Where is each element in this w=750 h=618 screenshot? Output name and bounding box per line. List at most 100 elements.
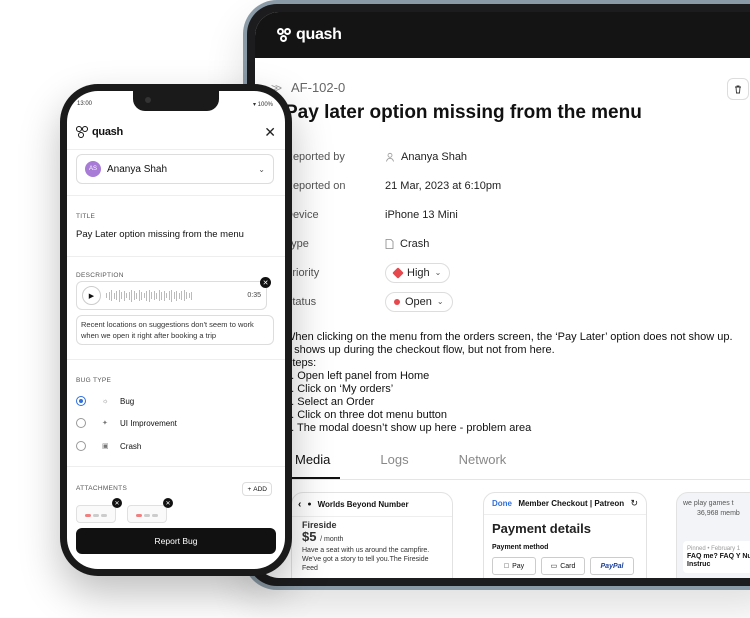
report-header: quash ✕ [76, 122, 276, 142]
audio-duration: 0:35 [247, 292, 261, 299]
screenshot-text: we play games t [683, 500, 734, 507]
meta-status: Status Open ⌄ [285, 287, 705, 316]
media-screenshot[interactable]: Done Member Checkout | Patreon ↻ Payment… [483, 492, 647, 578]
option-label: Bug [120, 396, 135, 406]
priority-dropdown[interactable]: High ⌄ [385, 262, 451, 283]
close-icon: ✕ [114, 500, 120, 507]
quash-logo-icon [277, 27, 292, 43]
title-input[interactable]: Pay Later option missing from the menu [76, 229, 244, 240]
report-bug-button[interactable]: Report Bug [76, 528, 276, 554]
radio-selected[interactable] [76, 396, 86, 406]
card-option: ▭ Card [541, 557, 585, 575]
media-gallery: ‹ ● Worlds Beyond Number Fireside $5 / m… [291, 492, 750, 578]
meta-reported-by: Reported by Ananya Shah [285, 142, 705, 171]
delete-button[interactable] [727, 78, 749, 100]
price-amount: $5 [302, 529, 317, 544]
status-bar-right: ▾ 100% [253, 101, 273, 108]
screenshot-body: Fireside $5 / month Have a seat with us … [292, 517, 452, 577]
screenshot-header: ‹ ● Worlds Beyond Number [292, 493, 452, 517]
play-icon: ▶ [88, 292, 95, 300]
voice-note: ▶ 0:35 [76, 281, 267, 310]
divider [67, 359, 285, 360]
document-icon [385, 238, 394, 249]
divider [67, 195, 285, 196]
tab-logs[interactable]: Logs [370, 452, 418, 479]
description-input[interactable]: Recent locations on suggestions don't se… [76, 315, 274, 345]
paypal-option: PayPal [590, 557, 634, 575]
app-topbar: quash [255, 12, 750, 58]
phone-notch [133, 91, 219, 111]
remove-attachment-button[interactable]: ✕ [112, 498, 122, 508]
play-button[interactable]: ▶ [82, 286, 101, 305]
brand-name: quash [92, 126, 123, 138]
meta-value: Crash [385, 238, 429, 250]
payment-options: Pay ▭Card PayPal [492, 557, 638, 575]
tier-name: Fireside [302, 520, 337, 530]
description-label: DESCRIPTION [76, 272, 124, 279]
screenshot-title: Worlds Beyond Number [317, 500, 409, 509]
breadcrumb: >> AF-102-0 [271, 80, 345, 95]
tab-media[interactable]: Media [285, 452, 341, 479]
waveform[interactable] [106, 289, 242, 302]
detail-tabs: Media Logs Network [285, 452, 750, 480]
add-label: ADD [253, 485, 267, 493]
chevron-down-icon: ⌄ [258, 164, 265, 174]
bug-icon: ☼ [102, 397, 109, 405]
bug-type-option-crash[interactable]: ▣ Crash [76, 439, 141, 453]
done-link: Done [492, 499, 512, 508]
chevron-left-icon: ‹ [298, 499, 302, 510]
screenshot-body: Payment details Payment method Pay ▭Car… [484, 515, 646, 578]
close-icon: ✕ [262, 279, 269, 287]
screenshot-text: 36,968 memb [697, 510, 740, 517]
phone-device: 13:00 ▾ 100% quash ✕ AS Ananya Shah ⌄ TI… [57, 81, 295, 579]
phone-screen: 13:00 ▾ 100% quash ✕ AS Ananya Shah ⌄ TI… [67, 91, 285, 569]
screenshot-body: we play games t 36,968 memb Pinned • Feb… [677, 493, 750, 578]
pinned-label: Pinned • February 1 [687, 546, 741, 552]
apple-pay-option: Pay [492, 557, 536, 575]
refresh-icon: ↻ [630, 498, 638, 508]
status-value: Open [405, 295, 432, 308]
remove-attachment-button[interactable]: ✕ [163, 498, 173, 508]
user-icon [386, 152, 394, 162]
tier-text: Have a seat with us around the campfire.… [302, 547, 430, 572]
patreon-icon: ● [307, 501, 312, 508]
meta-label: Reported on [285, 179, 346, 192]
issue-id: AF-102-0 [291, 80, 346, 95]
status-bar-time: 13:00 [77, 101, 93, 107]
document-icon: ▣ [102, 443, 109, 450]
magic-wand-icon: ✦ [102, 420, 108, 427]
option-label: UI Improvement [120, 418, 177, 428]
radio-unselected[interactable] [76, 418, 86, 428]
tablet-bezel: quash >> AF-102-0 E Pay later option mi [247, 4, 750, 586]
payment-method-label: Payment method [492, 544, 549, 551]
quash-logo[interactable]: quash [277, 26, 342, 44]
reporter-select[interactable]: AS Ananya Shah ⌄ [76, 154, 274, 184]
close-icon[interactable]: ✕ [264, 125, 276, 139]
option-label: Crash [120, 441, 142, 451]
title-label: TITLE [76, 213, 96, 220]
wifi-icon: ▾ [252, 102, 256, 108]
media-screenshot[interactable]: we play games t 36,968 memb Pinned • Feb… [676, 492, 750, 578]
quash-logo: quash [76, 126, 123, 138]
tab-network[interactable]: Network [449, 452, 517, 479]
description-line: 1. Open left panel from Home [285, 370, 430, 382]
description-line: 3. Select an Order [285, 396, 375, 408]
remove-audio-button[interactable]: ✕ [260, 277, 271, 288]
screenshot-header: Done Member Checkout | Patreon ↻ [484, 493, 646, 515]
option-label: Pay [509, 562, 524, 570]
attachment-thumbnail[interactable] [127, 505, 167, 523]
meta-value: iPhone 13 Mini [385, 208, 458, 221]
status-dropdown[interactable]: Open ⌄ [385, 291, 453, 312]
meta-value: Open ⌄ [385, 291, 453, 312]
bug-type-option-bug[interactable]: ☼ Bug [76, 394, 134, 408]
battery-level: 100% [257, 102, 273, 108]
media-screenshot[interactable]: ‹ ● Worlds Beyond Number Fireside $5 / m… [291, 492, 453, 578]
attachment-thumbnail[interactable] [76, 505, 116, 523]
card-icon: ▭ [550, 563, 558, 570]
meta-device: Device iPhone 13 Mini [285, 200, 705, 229]
description-line: 4. Click on three dot menu button [285, 409, 448, 421]
radio-unselected[interactable] [76, 441, 86, 451]
add-attachment-button[interactable]: + ADD [242, 482, 272, 496]
bug-type-option-ui[interactable]: ✦ UI Improvement [76, 416, 177, 430]
description-line: Steps: [285, 357, 317, 369]
